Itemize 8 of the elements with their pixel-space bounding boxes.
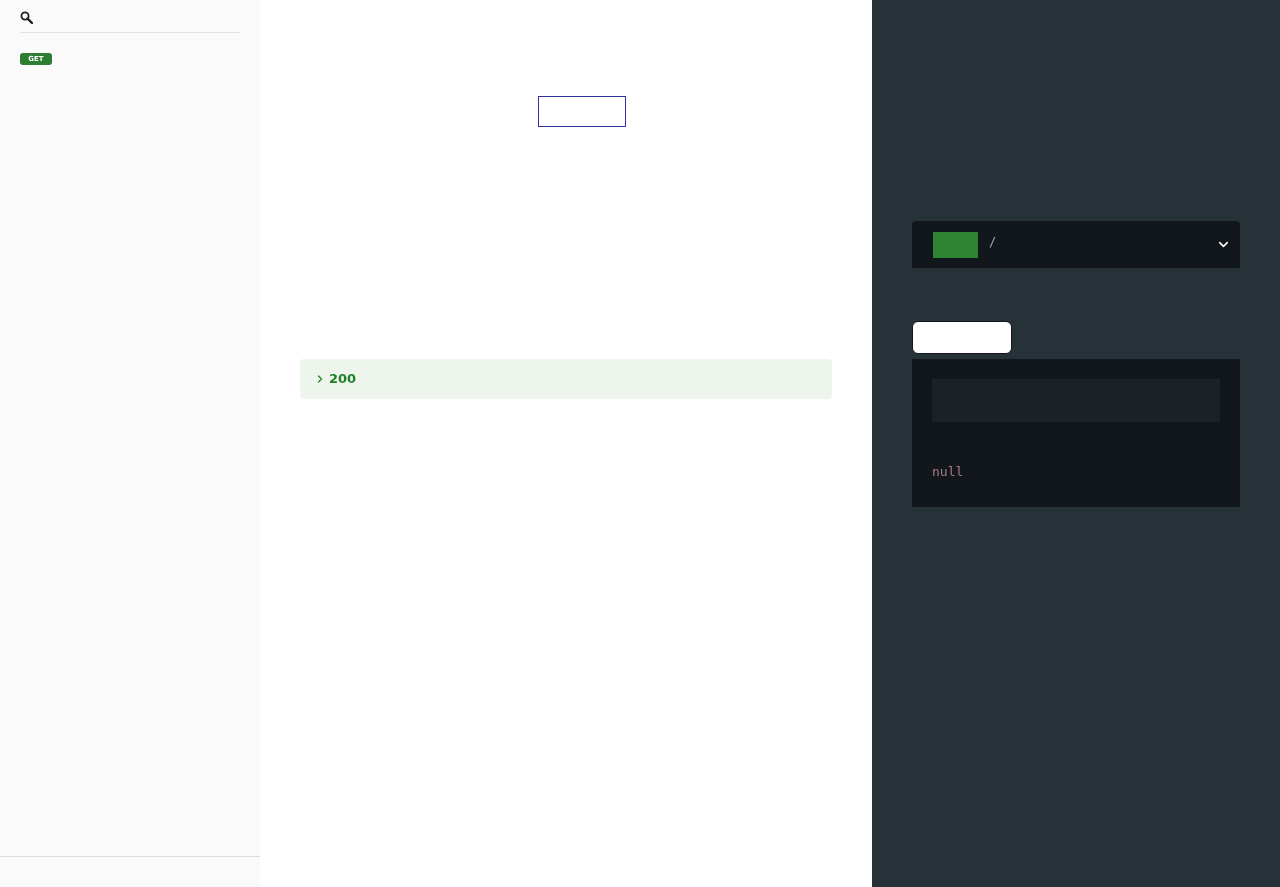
outline-button[interactable] — [538, 96, 626, 127]
method-tag — [933, 231, 978, 258]
endpoint-toggle[interactable]: / — [912, 221, 1240, 268]
search-icon — [20, 11, 33, 24]
code-value: null — [932, 464, 964, 480]
tab-button[interactable] — [912, 321, 1012, 354]
endpoint-path: / — [989, 234, 997, 251]
response-toggle[interactable]: 200 — [300, 359, 832, 399]
